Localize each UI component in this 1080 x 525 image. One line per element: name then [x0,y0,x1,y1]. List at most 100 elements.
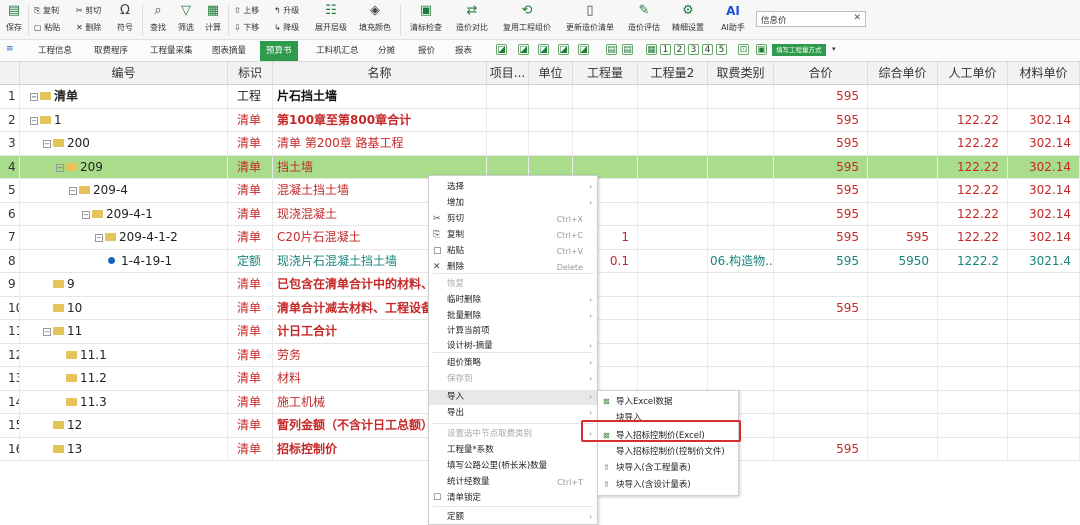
flag-cell[interactable]: 清单 [228,273,273,296]
context-menu-item[interactable]: 批量删除 › [429,309,597,324]
excel-icon[interactable]: ◪ [558,44,569,55]
code-cell[interactable]: 11.3 [20,390,228,414]
submenu-item[interactable]: ⇪ 块导入(含设计量表) [598,477,738,493]
qty-cell[interactable] [573,108,638,132]
header-qty2[interactable]: 工程量2 [638,62,708,85]
unit-cell[interactable] [529,108,573,132]
tab-quote[interactable]: 报价 [418,43,435,60]
qty2-cell[interactable] [638,202,708,226]
context-menu-item[interactable]: 恢复 [429,277,597,292]
upgrade-button[interactable]: ↰ 升级 [274,6,299,16]
labor-price-cell[interactable] [938,343,1008,367]
level-2-icon[interactable]: 2 [674,44,685,55]
header-unit-price[interactable]: 综合单价 [868,62,938,85]
total-cell[interactable]: 595 [774,226,868,249]
fee-type-cell[interactable] [708,179,774,202]
code-cell[interactable]: −1 [20,108,228,132]
qty2-cell[interactable] [638,85,708,108]
collapse-icon[interactable]: − [43,328,51,336]
item-cell[interactable] [487,132,529,155]
fee-type-cell[interactable] [708,132,774,155]
table-row[interactable]: 3 − 200 清单 清单 第200章 路基工程 595 122.22 302.1… [0,132,1080,156]
context-menu-item[interactable]: 填写公路公里(桥长米)数量 [429,459,597,474]
total-cell[interactable] [774,390,868,414]
fine-settings-button[interactable]: ⚙ 精细设置 [668,2,708,38]
material-price-cell[interactable]: 302.14 [1008,202,1080,226]
total-cell[interactable] [774,320,868,343]
unit-price-cell[interactable] [868,108,938,132]
unit-price-cell[interactable] [868,414,938,437]
tab-fee-program[interactable]: 取费程序 [94,43,128,60]
collapse-icon[interactable]: − [43,140,51,148]
fee-type-cell[interactable] [708,202,774,226]
list-toggle-icon[interactable]: ≡ [6,44,14,54]
header-fee-type[interactable]: 取费类别 [708,62,774,85]
flag-cell[interactable]: 清单 [228,437,273,461]
delete-button[interactable]: ✕ 删除 [76,23,101,33]
material-price-cell[interactable] [1008,273,1080,296]
item-cell[interactable] [487,108,529,132]
level-1-icon[interactable]: 1 [660,44,671,55]
total-cell[interactable] [774,414,868,437]
code-cell[interactable]: − 11 [20,320,228,343]
material-price-cell[interactable]: 302.14 [1008,155,1080,179]
code-cell[interactable]: 9 [20,273,228,296]
tab-report[interactable]: 报表 [455,43,472,60]
expand-level-button[interactable]: ☷ 展开层级 [312,2,350,38]
move-down-button[interactable]: ⇩ 下移 [234,23,259,33]
qty2-cell[interactable] [638,155,708,179]
labor-price-cell[interactable] [938,85,1008,108]
labor-price-cell[interactable] [938,296,1008,320]
code-cell[interactable]: 12 [20,414,228,437]
fee-type-cell[interactable] [708,85,774,108]
flag-cell[interactable]: 清单 [228,132,273,155]
chevron-down-icon[interactable]: ▾ [832,45,836,53]
material-price-cell[interactable] [1008,437,1080,461]
context-menu-item[interactable]: 导入 › [429,390,597,405]
context-menu-item[interactable]: 工程量*系数 [429,443,597,458]
qty2-cell[interactable] [638,249,708,273]
labor-price-cell[interactable]: 122.22 [938,155,1008,179]
total-cell[interactable]: 595 [774,108,868,132]
move-up-button[interactable]: ⇧ 上移 [234,6,259,16]
qty2-cell[interactable] [638,296,708,320]
code-cell[interactable]: − 209 [20,155,228,179]
calc-button[interactable]: ▦ 计算 [202,2,224,38]
flag-cell[interactable]: 清单 [228,367,273,390]
header-code[interactable]: 编号 [20,62,228,85]
labor-price-cell[interactable] [938,437,1008,461]
collapse-icon[interactable]: − [69,187,77,195]
code-cell[interactable]: 1-4-19-1 [20,249,228,273]
context-menu-item[interactable]: 导出 › [429,406,597,421]
item-cell[interactable] [487,85,529,108]
total-cell[interactable]: 595 [774,85,868,108]
unit-price-cell[interactable] [868,437,938,461]
total-cell[interactable] [774,367,868,390]
tab-material-summary[interactable]: 工料机汇总 [316,43,359,60]
qty2-cell[interactable] [638,320,708,343]
context-menu-item[interactable]: 选择 › [429,180,597,195]
total-cell[interactable]: 595 [774,155,868,179]
collapse-icon[interactable]: − [82,210,90,219]
flag-cell[interactable]: 清单 [228,320,273,343]
unit-price-cell[interactable] [868,273,938,296]
flag-cell[interactable]: 工程 [228,85,273,108]
fee-type-cell[interactable] [708,108,774,132]
header-material-price[interactable]: 材料单价 [1008,62,1080,85]
material-price-cell[interactable] [1008,367,1080,390]
flag-cell[interactable]: 清单 [228,226,273,249]
total-cell[interactable]: 595 [774,202,868,226]
copy-button[interactable]: ⎘ 复制 [34,6,59,16]
ai-helper-button[interactable]: AI AI助手 [716,2,750,38]
close-icon[interactable]: ✕ [853,13,861,23]
unit-price-cell[interactable] [868,202,938,226]
tab-quantity-collect[interactable]: 工程量采集 [150,43,193,60]
qty2-cell[interactable] [638,343,708,367]
name-cell[interactable]: 第100章至第800章合计 [273,108,487,132]
submenu-item[interactable]: ⇪ 块导入(含工程量表) [598,460,738,476]
context-menu-item[interactable]: ▢ 粘贴 Ctrl+V [429,244,597,259]
code-cell[interactable]: − 209-4-1-2 [20,226,228,249]
cut-button[interactable]: ✂ 剪切 [76,6,101,16]
context-menu-item[interactable]: 临时删除 › [429,293,597,308]
fee-type-cell[interactable] [708,226,774,249]
